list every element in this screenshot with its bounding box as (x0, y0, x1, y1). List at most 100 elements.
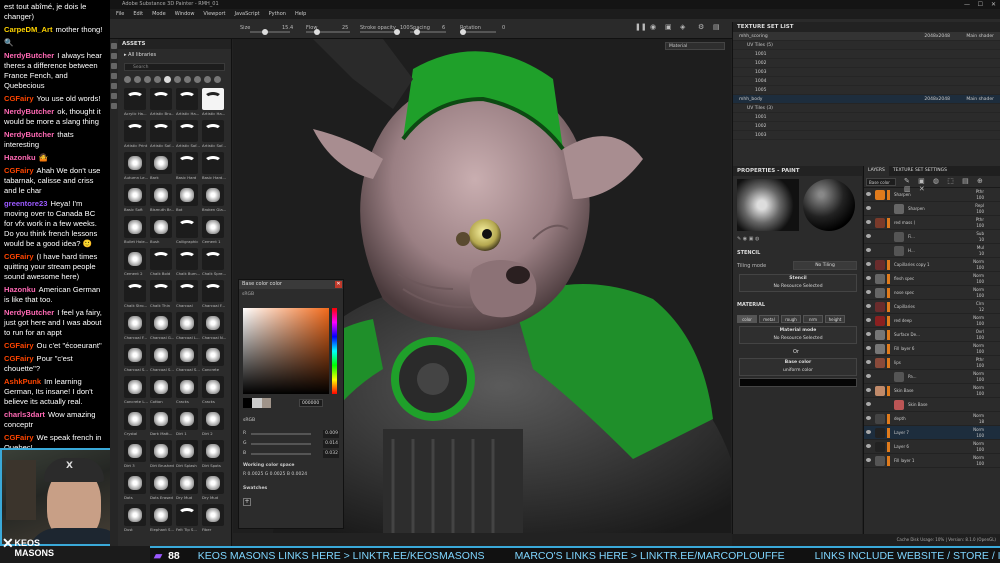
layer-thumbnail[interactable] (875, 442, 885, 452)
asset-item[interactable]: Dark Matt... (150, 408, 174, 438)
close-window-button[interactable]: ✕ (991, 0, 996, 9)
layer-row[interactable]: flesh spec Norm 100 (864, 272, 1000, 286)
layer-row[interactable]: Pa... Norm 100 (864, 370, 1000, 384)
layer-thumbnail[interactable] (875, 330, 885, 340)
red-channel-row[interactable]: R 0.009 (243, 430, 339, 438)
chat-username[interactable]: AshkPunk (4, 377, 41, 386)
projection-tool-icon[interactable] (111, 63, 117, 69)
asset-item[interactable]: Basic Hard... (202, 152, 226, 182)
texture-set-row[interactable]: UV Tiles (3) (733, 104, 1000, 113)
rotation-value[interactable]: 0 (502, 25, 505, 31)
layer-name[interactable]: Fill layer 6 (894, 346, 914, 351)
view-icon[interactable]: ▣ (665, 23, 672, 31)
minimize-button[interactable]: — (964, 0, 970, 9)
eye-icon[interactable] (866, 318, 871, 322)
layer-opacity[interactable]: 100 (976, 363, 984, 368)
asset-item[interactable]: Bot (176, 184, 200, 214)
tab-layers[interactable]: LAYERS (864, 166, 889, 176)
asset-item[interactable]: Elephant S... (150, 504, 174, 534)
asset-item[interactable]: Dust (124, 504, 148, 534)
asset-item[interactable]: Artistic Sof... (176, 120, 200, 150)
texture-set-shader[interactable]: Main shader (966, 95, 994, 104)
layer-opacity[interactable]: 100 (976, 209, 984, 214)
menu-item-python[interactable]: Python (269, 9, 286, 19)
blue-channel-row[interactable]: B 0.032 (243, 450, 339, 458)
material-sphere-preview[interactable] (803, 179, 855, 231)
texture-set-shader[interactable]: Main shader (966, 32, 994, 41)
layer-thumbnail[interactable] (875, 316, 885, 326)
asset-item[interactable]: Cement 2 (124, 248, 148, 278)
menu-item-viewport[interactable]: Viewport (203, 9, 225, 19)
settings-icon[interactable]: ⚙ (698, 23, 704, 31)
asset-item[interactable]: Charcoal (176, 280, 200, 310)
asset-item[interactable]: Dirt 3 (124, 440, 148, 470)
asset-item[interactable]: Calligraphic (176, 216, 200, 246)
asset-item[interactable]: Charcoal L... (176, 312, 200, 342)
layer-row[interactable]: Layer 7 Norm 100 (864, 426, 1000, 440)
asset-item[interactable]: Chalk Thin (150, 280, 174, 310)
layer-name[interactable]: Capillaries (894, 304, 915, 309)
asset-item[interactable]: Chalk Bold (150, 248, 174, 278)
hue-slider[interactable] (332, 308, 337, 394)
layer-opacity[interactable]: 100 (976, 433, 984, 438)
layer-row[interactable]: depth Norm 18 (864, 412, 1000, 426)
stroke-opacity-slider[interactable] (360, 29, 400, 35)
channel-chip-color[interactable]: color (737, 315, 757, 323)
texture-set-row[interactable]: 1002 (733, 59, 1000, 68)
space-label[interactable]: sRGB (243, 418, 255, 423)
chat-username[interactable]: CGFairy (4, 341, 34, 350)
chat-username[interactable]: CGFairy (4, 94, 34, 103)
layer-opacity[interactable]: 100 (976, 195, 984, 200)
layer-thumbnail[interactable] (875, 218, 885, 228)
asset-item[interactable]: Artistic Sof... (202, 120, 226, 150)
assets-search-input[interactable]: Search (124, 63, 225, 71)
eye-icon[interactable] (866, 360, 871, 364)
layer-row[interactable]: Fi... Sub 10 (864, 230, 1000, 244)
layer-thumbnail[interactable] (875, 344, 885, 354)
layer-thumbnail[interactable] (875, 274, 885, 284)
layer-thumbnail[interactable] (894, 232, 904, 242)
eye-icon[interactable] (866, 206, 871, 210)
asset-item[interactable]: Chalk Bum... (176, 248, 200, 278)
size-slider[interactable] (250, 29, 290, 35)
chat-username[interactable]: CarpeDM_Art (4, 25, 53, 34)
asset-item[interactable]: Dirt Spots (202, 440, 226, 470)
eraser-tool-icon[interactable] (111, 53, 117, 59)
camera-icon[interactable]: ◉ (650, 23, 656, 31)
layer-opacity[interactable]: 100 (976, 321, 984, 326)
layer-thumbnail[interactable] (875, 456, 885, 466)
eye-icon[interactable] (866, 402, 871, 406)
eye-icon[interactable] (866, 248, 871, 252)
asset-item[interactable]: Dots Erased (150, 472, 174, 502)
eye-icon[interactable] (866, 290, 871, 294)
layer-blend-mode[interactable]: Norm (973, 371, 984, 376)
spacing-slider[interactable] (410, 29, 446, 35)
layer-name[interactable]: lips (894, 360, 901, 365)
asset-item[interactable]: Dirt Brushed (150, 440, 174, 470)
layer-row[interactable]: red deep Norm 100 (864, 314, 1000, 328)
layer-opacity[interactable]: 10 (979, 237, 984, 242)
eye-icon[interactable] (866, 220, 871, 224)
eye-icon[interactable] (866, 444, 871, 448)
maximize-button[interactable]: ☐ (978, 0, 983, 9)
picker-tool-icon[interactable] (111, 103, 117, 109)
layer-blend-mode[interactable]: Ovrl (976, 329, 984, 334)
layer-name[interactable]: Skin Base (908, 402, 928, 407)
menu-item-javascript[interactable]: JavaScript (235, 9, 260, 19)
asset-item[interactable]: Cracks (176, 376, 200, 406)
layer-blend-mode[interactable]: Norm (973, 427, 984, 432)
layer-name[interactable]: Skin Base (894, 388, 914, 393)
asset-item[interactable]: Crystal (124, 408, 148, 438)
eye-icon[interactable] (866, 262, 871, 266)
layer-opacity[interactable]: 100 (976, 223, 984, 228)
channel-dropdown[interactable]: Base color (866, 178, 896, 186)
add-swatch-button[interactable]: + (243, 498, 251, 506)
chat-username[interactable]: charls3dart (4, 410, 45, 419)
layer-blend-mode[interactable]: Sub (976, 231, 984, 236)
layer-row[interactable]: H... Mul 10 (864, 244, 1000, 258)
layer-name[interactable]: Layer 7 (894, 430, 909, 435)
base-color-swatch[interactable] (739, 378, 857, 387)
filter-environment-icon[interactable] (214, 76, 221, 83)
layer-name[interactable]: Pa... (908, 374, 917, 379)
layer-name[interactable]: Sharpen (894, 192, 911, 197)
